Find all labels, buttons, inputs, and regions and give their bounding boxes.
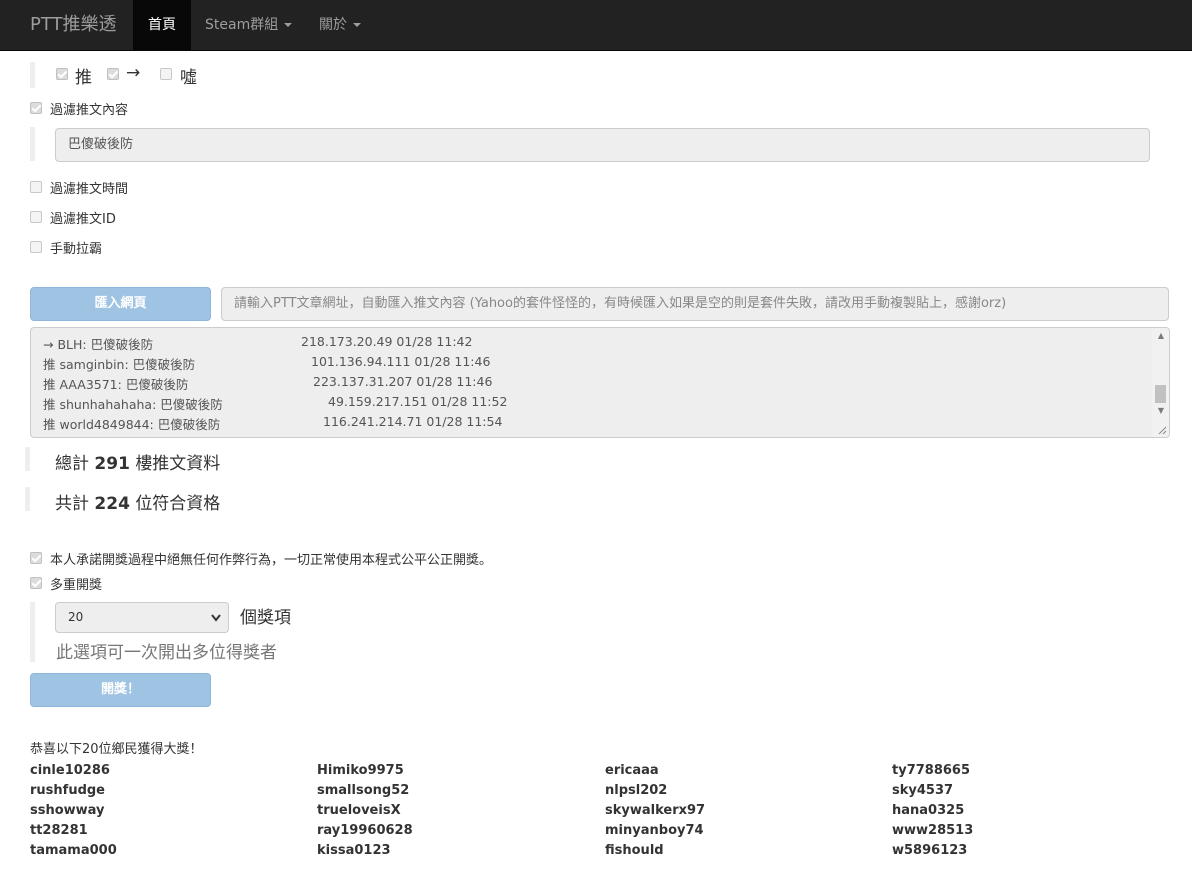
manual-slot-checkbox[interactable] — [30, 241, 42, 253]
winner-name: ericaaa — [605, 763, 659, 778]
nav-about[interactable]: 關於 — [304, 0, 376, 50]
winner-name: hana0325 — [892, 803, 965, 818]
filter-id-label: 過濾推文ID — [50, 212, 116, 227]
comment-ip-time: 218.173.20.49 01/28 11:42 — [301, 334, 473, 349]
comment-line: 推 world4849844: 巴傻破後防 — [43, 414, 220, 433]
article-url-input[interactable]: 請輸入PTT文章網址，自動匯入推文內容 (Yahoo的套件怪怪的，有時候匯入如果… — [221, 287, 1169, 321]
qualified-count-text: 共計 224 位符合資格 — [55, 489, 220, 514]
filter-id-checkbox[interactable] — [30, 211, 42, 223]
arrow-checkbox[interactable] — [107, 68, 119, 80]
winner-name: trueloveisX — [317, 803, 401, 818]
draw-button[interactable]: 開獎！ — [30, 673, 211, 707]
prize-unit-label: 個獎項 — [240, 608, 291, 628]
comment-line: 推 shunhahahaha: 巴傻破後防 — [43, 394, 223, 413]
comment-line: 推 samginbin: 巴傻破後防 — [43, 354, 195, 373]
quote-bar — [25, 487, 30, 511]
comment-ip-time: 101.136.94.111 01/28 11:46 — [311, 354, 491, 369]
resize-grip-icon[interactable] — [1157, 425, 1167, 435]
filter-content-label: 過濾推文內容 — [50, 103, 129, 118]
results-heading: 恭喜以下20位鄉民獲得大獎！ — [30, 742, 203, 757]
winner-name: sky4537 — [892, 783, 954, 798]
winner-name: ty7788665 — [892, 763, 971, 778]
winner-name: fishould — [605, 843, 664, 858]
comment-text: 推 shunhahahaha: 巴傻破後防 — [43, 397, 223, 412]
total-count-text: 總計 291 樓推文資料 — [55, 449, 220, 474]
filter-content-input[interactable]: 巴傻破後防 — [55, 128, 1150, 162]
winner-name: nlpsl202 — [605, 783, 668, 798]
winner-name: cinle10286 — [30, 763, 110, 778]
brand-title[interactable]: PTT推樂透 — [30, 0, 117, 50]
caret-down-icon — [284, 23, 293, 27]
nav-steam-group[interactable]: Steam群組 — [190, 0, 307, 50]
filter-time-label: 過濾推文時間 — [50, 182, 129, 197]
winner-name: skywalkerx97 — [605, 803, 706, 818]
comment-ip-time: 49.159.217.151 01/28 11:52 — [328, 394, 508, 409]
comments-textarea[interactable]: → BLH: 巴傻破後防 218.173.20.49 01/28 11:42 推… — [30, 327, 1170, 438]
winner-name: smallsong52 — [317, 783, 410, 798]
quote-bar — [25, 447, 30, 471]
prize-count-select[interactable]: 20 — [55, 602, 229, 633]
chevron-down-icon — [211, 614, 221, 622]
total-suffix: 樓推文資料 — [135, 454, 221, 474]
scroll-up-icon[interactable]: ▲ — [1158, 331, 1164, 340]
filter-content-checkbox[interactable] — [30, 102, 42, 114]
winner-name: w5896123 — [892, 843, 968, 858]
qualified-prefix: 共計 — [55, 494, 89, 514]
winner-name: tt28281 — [30, 823, 88, 838]
winner-name: kissa0123 — [317, 843, 391, 858]
pledge-checkbox[interactable] — [30, 552, 42, 564]
scroll-down-icon[interactable]: ▼ — [1158, 406, 1164, 415]
pledge-label: 本人承諾開獎過程中絕無任何作弊行為，一切正常使用本程式公平公正開獎。 — [50, 553, 493, 568]
winner-name: rushfudge — [30, 783, 105, 798]
nav-home[interactable]: 首頁 — [133, 0, 191, 50]
winner-name: ray19960628 — [317, 823, 413, 838]
multi-draw-hint: 此選項可一次開出多位得獎者 — [56, 643, 277, 663]
navbar: PTT推樂透 首頁 Steam群組 關於 — [0, 0, 1192, 51]
comment-text: 推 samginbin: 巴傻破後防 — [43, 357, 196, 372]
comment-text: → BLH: 巴傻破後防 — [43, 337, 154, 352]
import-page-button[interactable]: 匯入網頁 — [30, 287, 211, 321]
comment-text: 推 AAA3571: 巴傻破後防 — [43, 377, 189, 392]
arrow-label: → — [126, 63, 141, 83]
winner-name: sshowway — [30, 803, 105, 818]
boo-checkbox[interactable] — [160, 68, 172, 80]
comment-line: 推 AAA3571: 巴傻破後防 — [43, 374, 188, 393]
caret-down-icon — [353, 23, 361, 27]
multi-draw-checkbox[interactable] — [30, 577, 42, 589]
qualified-suffix: 位符合資格 — [135, 494, 221, 514]
multi-draw-label: 多重開獎 — [50, 578, 103, 593]
total-count: 291 — [94, 454, 130, 474]
scroll-thumb[interactable] — [1155, 385, 1166, 403]
push-label: 推 — [75, 68, 92, 88]
push-checkbox[interactable] — [56, 68, 68, 80]
filter-time-checkbox[interactable] — [30, 181, 42, 193]
comment-text: 推 world4849844: 巴傻破後防 — [43, 417, 221, 432]
quote-bar — [30, 127, 35, 161]
qualified-count: 224 — [94, 494, 130, 514]
scrollbar[interactable]: ▲ ▼ — [1152, 328, 1169, 437]
comment-line: → BLH: 巴傻破後防 — [43, 334, 153, 353]
winner-name: minyanboy74 — [605, 823, 704, 838]
quote-bar — [30, 62, 35, 88]
boo-label: 噓 — [180, 68, 197, 88]
nav-steam-group-label: Steam群組 — [205, 17, 279, 33]
manual-slot-label: 手動拉霸 — [50, 242, 103, 257]
prize-count-value: 20 — [68, 610, 84, 624]
winner-name: www28513 — [892, 823, 974, 838]
total-prefix: 總計 — [55, 454, 89, 474]
winner-name: tamama000 — [30, 843, 117, 858]
winner-name: Himiko9975 — [317, 763, 404, 778]
comment-ip-time: 116.241.214.71 01/28 11:54 — [323, 414, 503, 429]
comment-ip-time: 223.137.31.207 01/28 11:46 — [313, 374, 493, 389]
quote-bar — [30, 602, 35, 662]
nav-about-label: 關於 — [319, 17, 347, 33]
